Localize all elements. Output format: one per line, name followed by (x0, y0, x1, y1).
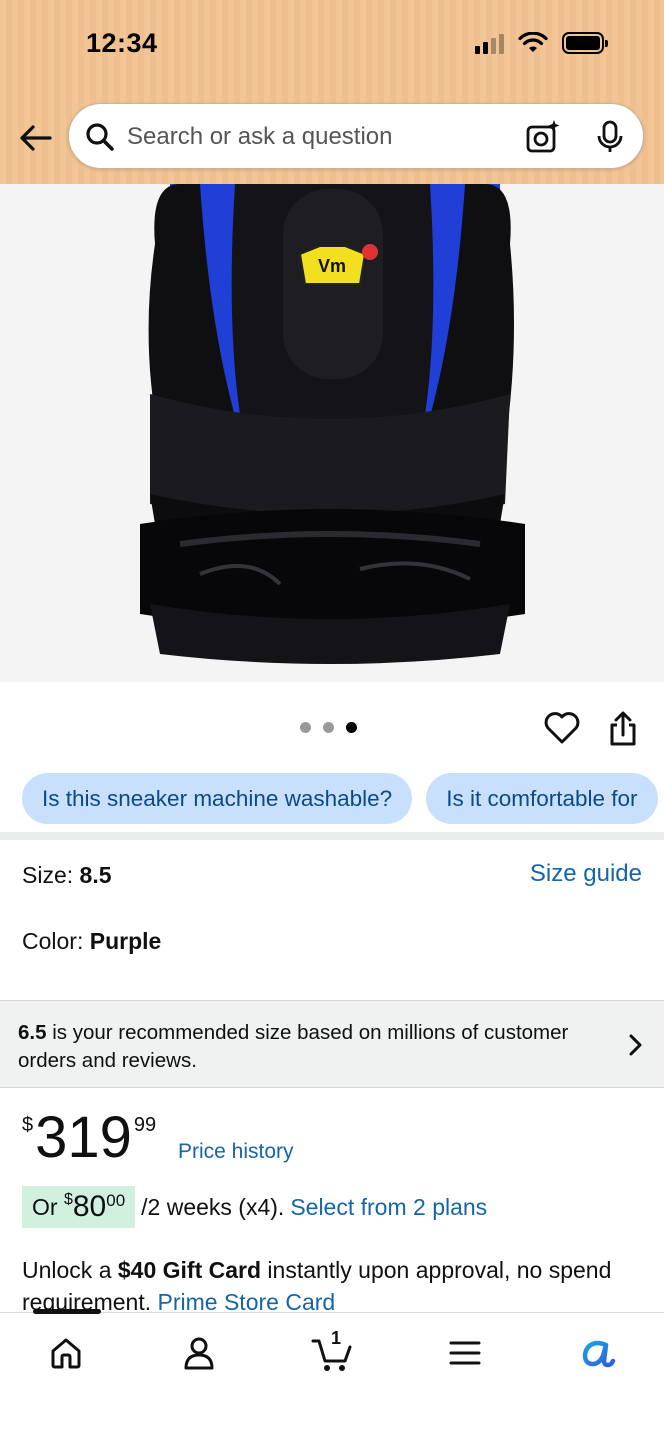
signal-icon (475, 32, 504, 54)
price-symbol: $ (22, 1114, 34, 1136)
select-plans-link[interactable]: Select from 2 plans (290, 1194, 487, 1221)
installment-symbol: $ (63, 1191, 73, 1208)
heart-icon[interactable] (543, 710, 581, 746)
recommended-size: 6.5 (18, 1021, 47, 1044)
installment-fraction: 00 (106, 1191, 126, 1210)
price-history-link[interactable]: Price history (178, 1140, 294, 1164)
mic-icon[interactable] (595, 119, 625, 155)
cart-count-badge: 1 (331, 1328, 342, 1348)
account-icon (184, 1337, 214, 1370)
price: $ 319 99 (22, 1108, 156, 1168)
question-chip[interactable]: Is it comfortable for (426, 773, 658, 824)
search-icon (86, 123, 114, 151)
nav-rufus[interactable] (574, 1331, 622, 1375)
installment-period: /2 weeks (x4). (141, 1193, 285, 1220)
nav-home[interactable] (42, 1331, 90, 1375)
nav-account[interactable] (175, 1331, 223, 1375)
size-label: Size: (22, 862, 80, 888)
pager-dot-active[interactable] (346, 722, 357, 733)
share-icon[interactable] (606, 710, 640, 748)
question-chip[interactable]: Is this sneaker machine washable? (22, 773, 413, 824)
pager-dot[interactable] (300, 722, 311, 733)
home-icon (51, 1338, 81, 1369)
size-value: 8.5 (79, 862, 112, 888)
status-icons (475, 32, 608, 54)
battery-icon (562, 32, 608, 54)
installment-prefix: Or (32, 1193, 58, 1220)
gift-card-promo: Unlock a $40 Gift Card instantly upon ap… (22, 1254, 642, 1318)
wifi-icon (518, 32, 548, 52)
color-label: Color: (22, 928, 90, 954)
header: 12:34 (0, 0, 664, 184)
installment-whole: 80 (72, 1190, 107, 1223)
size-guide-link[interactable]: Size guide (530, 860, 642, 888)
rufus-icon (582, 1340, 616, 1368)
svg-text:Vm: Vm (318, 256, 346, 276)
active-tab-indicator (33, 1309, 101, 1314)
menu-icon (449, 1341, 481, 1365)
status-time: 12:34 (86, 28, 158, 58)
price-whole: 319 (35, 1105, 132, 1170)
search-bar[interactable] (68, 103, 644, 169)
pager-dot[interactable] (323, 722, 334, 733)
price-fraction: 99 (133, 1114, 157, 1136)
camera-sparkle-icon[interactable] (525, 119, 561, 155)
back-arrow-icon (20, 125, 52, 151)
search-input[interactable] (127, 118, 507, 156)
installment-badge: Or $80 00 (22, 1186, 136, 1228)
promo-text-1: Unlock a (22, 1257, 118, 1283)
recommendation-description: is your recommended size based on millio… (18, 1021, 569, 1072)
back-button[interactable] (16, 118, 56, 158)
promo-bold: $40 Gift Card (117, 1257, 262, 1283)
color-row[interactable]: Color: Purple (22, 928, 161, 955)
nav-menu[interactable] (441, 1331, 489, 1375)
image-pager[interactable] (300, 722, 357, 733)
color-value: Purple (89, 928, 162, 954)
product-page: 12:34 Search or ask a question Vm Is thi… (0, 0, 664, 1440)
size-recommendation-banner[interactable]: 6.5 is your recommended size based on mi… (0, 1000, 664, 1088)
installment-row: Or $80 00 /2 weeks (x4). Select from 2 pl… (22, 1186, 487, 1228)
chevron-right-icon (629, 1034, 642, 1056)
product-image[interactable]: Vm (0, 184, 664, 682)
size-row[interactable]: Size: 8.5 (22, 862, 112, 889)
question-chips: Is this sneaker machine washable? Is it … (22, 773, 658, 824)
sneaker-rear-image: Vm (0, 184, 664, 682)
recommendation-text: 6.5 is your recommended size based on mi… (18, 1019, 618, 1075)
section-divider (0, 832, 664, 840)
